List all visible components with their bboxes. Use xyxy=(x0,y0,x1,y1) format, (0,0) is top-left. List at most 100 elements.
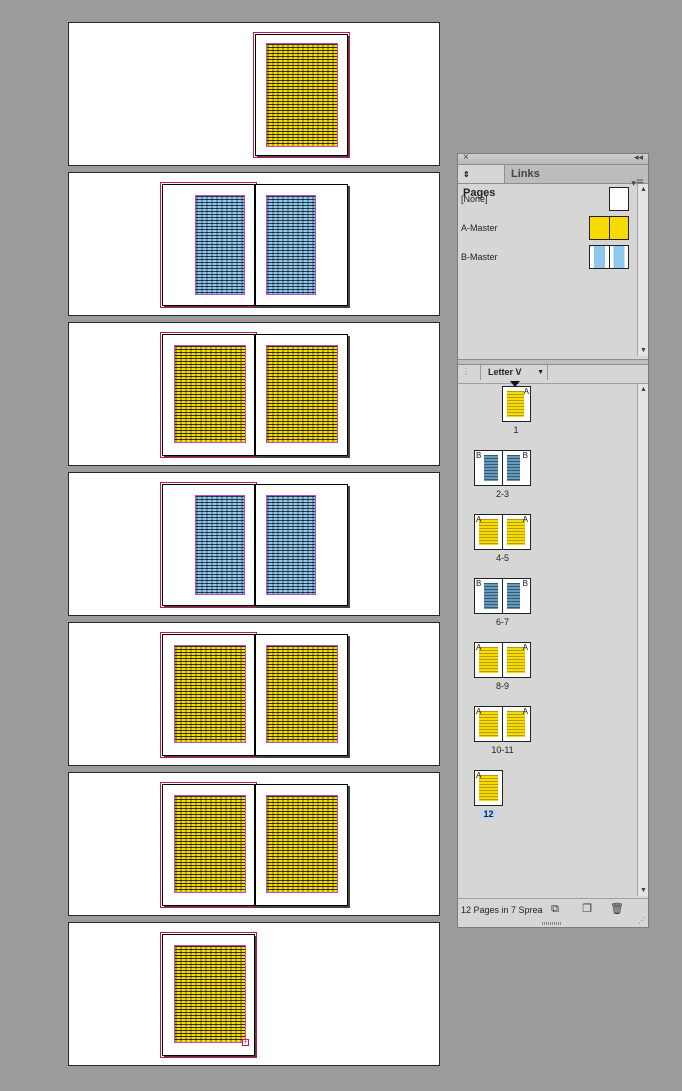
text-frame[interactable] xyxy=(266,645,338,743)
edit-page-size-icon[interactable]: ⧉ xyxy=(548,902,562,916)
master-label: B-Master xyxy=(461,252,498,262)
scroll-up-icon[interactable]: ▲ xyxy=(640,186,647,193)
scroll-down-icon[interactable]: ▼ xyxy=(640,887,647,894)
spread-6-7[interactable] xyxy=(68,472,440,616)
footer-grip[interactable] xyxy=(542,922,562,925)
spread-2-3[interactable] xyxy=(68,172,440,316)
page-thumbnail[interactable]: A xyxy=(475,707,502,741)
panel-footer: 12 Pages in 7 Sprea ⧉ ❐ 🗑 ⋰ xyxy=(458,898,648,927)
resize-grip-icon[interactable]: ⋰ xyxy=(638,916,646,925)
text-frame[interactable] xyxy=(266,195,316,295)
spread-8-9[interactable] xyxy=(68,622,440,766)
master-letter: A xyxy=(476,515,482,524)
text-frame[interactable] xyxy=(266,495,316,595)
scroll-down-icon[interactable]: ▼ xyxy=(640,347,647,354)
spread-thumbnail-2-3[interactable]: B B 2-3 xyxy=(474,450,531,499)
spread-label: 10-11 xyxy=(491,745,514,755)
master-page xyxy=(590,246,610,268)
master-thumbnail[interactable] xyxy=(589,245,629,269)
scroll-up-icon[interactable]: ▲ xyxy=(640,386,647,393)
trash-icon[interactable]: 🗑 xyxy=(610,902,624,916)
master-thumbnail[interactable] xyxy=(609,187,629,211)
spread-thumbnail-10-11[interactable]: A A 10-11 xyxy=(474,706,531,755)
page-thumbnail[interactable]: A xyxy=(475,515,502,549)
page-11[interactable] xyxy=(255,784,348,906)
text-frame[interactable] xyxy=(174,945,246,1043)
page-thumbnail[interactable]: A xyxy=(475,771,502,805)
spread-thumbnail-4-5[interactable]: A A 4-5 xyxy=(474,514,531,563)
text-frame[interactable] xyxy=(266,345,338,443)
spread-thumbnail-12[interactable]: A 12 xyxy=(474,770,503,819)
pages-panel: × ◂◂ ⇕ Pages Links ▾☰ [None] A-Master B-… xyxy=(457,152,649,928)
page-thumbnail[interactable]: A xyxy=(502,643,529,677)
page-thumbnail[interactable]: B xyxy=(475,451,502,485)
master-none[interactable]: [None] xyxy=(461,187,633,213)
master-letter: A xyxy=(523,387,529,396)
chevron-down-icon: ▼ xyxy=(537,369,544,376)
page-10[interactable] xyxy=(160,782,257,908)
text-frame[interactable] xyxy=(195,495,245,595)
page-3[interactable] xyxy=(255,184,348,306)
masters-section: [None] A-Master B-Master xyxy=(458,184,638,356)
spread-4-5[interactable] xyxy=(68,322,440,466)
overset-text-icon[interactable]: + xyxy=(242,1039,249,1046)
page-size-dropdown[interactable]: Letter V ▼ xyxy=(480,365,548,380)
panel-title-bar[interactable]: × ◂◂ xyxy=(458,152,648,165)
spread-label-selected: 12 xyxy=(474,809,503,819)
page-thumbnail[interactable]: A xyxy=(475,643,502,677)
master-letter: A xyxy=(522,707,528,716)
panel-tabs: ⇕ Pages Links ▾☰ xyxy=(458,165,648,199)
page-count-status: 12 Pages in 7 Sprea xyxy=(461,905,543,915)
masters-scrollbar[interactable]: ▲ ▼ xyxy=(637,184,648,356)
text-frame[interactable] xyxy=(174,345,246,443)
new-page-icon[interactable]: ❐ xyxy=(580,902,594,916)
page-thumbnail[interactable]: B xyxy=(475,579,502,613)
text-frame[interactable] xyxy=(266,43,338,147)
master-page xyxy=(609,217,628,239)
spread-10-11[interactable] xyxy=(68,772,440,916)
close-icon[interactable]: × xyxy=(463,152,469,163)
master-a[interactable]: A-Master xyxy=(461,216,633,242)
updown-arrows-icon: ⇕ xyxy=(463,170,470,179)
spread-12[interactable]: + xyxy=(68,922,440,1066)
master-b[interactable]: B-Master xyxy=(461,245,633,271)
master-label: A-Master xyxy=(461,223,498,233)
page-7[interactable] xyxy=(255,484,348,606)
spread-1[interactable] xyxy=(68,22,440,166)
grip-icon[interactable]: ⋮ xyxy=(462,367,470,376)
page-size-label: Letter V xyxy=(488,367,522,377)
pages-list: A 1 B B 2-3 A A 4-5 B B 6-7 A A 8-9 A A … xyxy=(458,381,638,896)
page-8[interactable] xyxy=(160,632,257,758)
page-thumbnail[interactable]: B xyxy=(502,579,529,613)
master-letter: A xyxy=(522,515,528,524)
spread-label: 4-5 xyxy=(495,553,509,563)
page-2[interactable] xyxy=(160,182,257,308)
page-thumbnail[interactable]: A xyxy=(503,387,530,421)
text-frame[interactable] xyxy=(195,195,245,295)
master-letter: B xyxy=(476,451,482,460)
tab-links[interactable]: Links xyxy=(506,165,548,183)
spread-thumbnail-6-7[interactable]: B B 6-7 xyxy=(474,578,531,627)
page-4[interactable] xyxy=(160,332,257,458)
page-12[interactable]: + xyxy=(160,932,257,1058)
page-thumbnail[interactable]: A xyxy=(502,515,529,549)
master-letter: B xyxy=(522,579,528,588)
collapse-icon[interactable]: ◂◂ xyxy=(634,152,643,163)
spread-thumbnail-1[interactable]: A 1 xyxy=(474,381,531,435)
page-9[interactable] xyxy=(255,634,348,756)
spread-label: 1 xyxy=(513,425,519,435)
page-thumbnail[interactable]: A xyxy=(502,707,529,741)
spread-thumbnail-8-9[interactable]: A A 8-9 xyxy=(474,642,531,691)
text-frame[interactable] xyxy=(174,795,246,893)
text-frame[interactable] xyxy=(174,645,246,743)
master-thumbnail[interactable] xyxy=(589,216,629,240)
page-6[interactable] xyxy=(160,482,257,608)
master-letter: A xyxy=(476,643,482,652)
pages-scrollbar[interactable]: ▲ ▼ xyxy=(637,384,648,896)
page-thumbnail[interactable]: B xyxy=(502,451,529,485)
tab-pages[interactable]: ⇕ Pages xyxy=(458,165,505,199)
page-1[interactable] xyxy=(253,32,350,158)
master-letter: B xyxy=(476,579,482,588)
text-frame[interactable] xyxy=(266,795,338,893)
page-5[interactable] xyxy=(255,334,348,456)
